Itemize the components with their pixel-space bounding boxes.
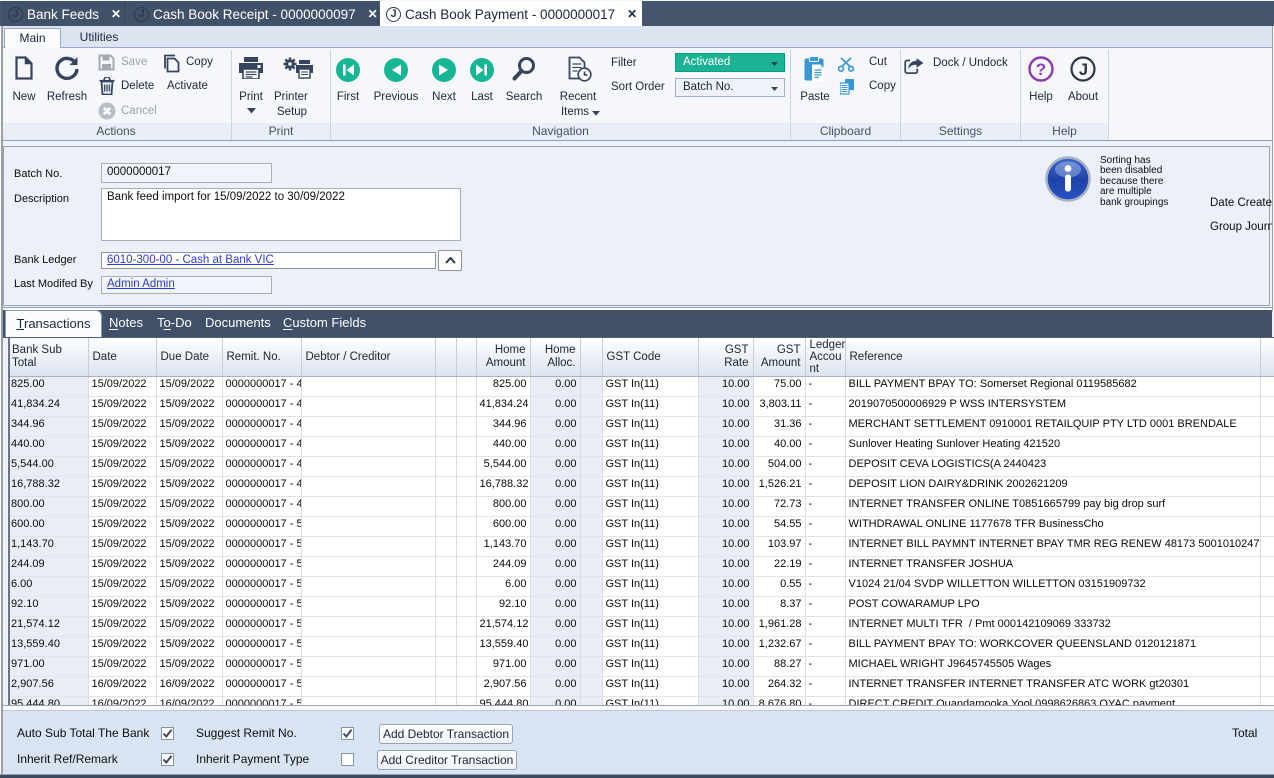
svg-text:J: J bbox=[1079, 61, 1088, 79]
svg-text:?: ? bbox=[1036, 60, 1046, 79]
